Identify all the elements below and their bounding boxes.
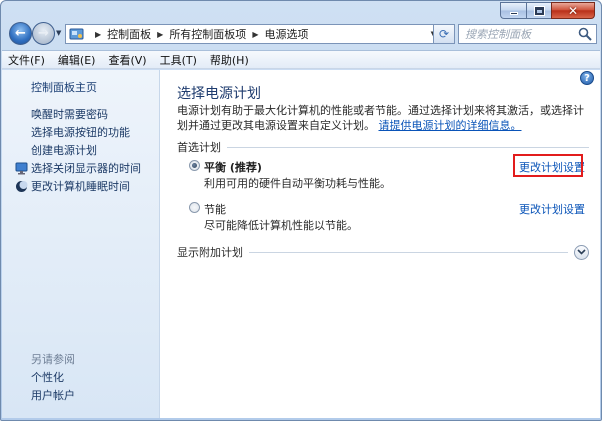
search-input[interactable]: 搜索控制面板 [458, 24, 597, 44]
chevron-down-icon [577, 249, 586, 255]
forward-arrow-icon: → [38, 26, 49, 41]
plan-details-link[interactable]: 请提供电源计划的详细信息。 [379, 119, 522, 132]
sidebar-item-sleep-time[interactable]: 更改计算机睡眠时间 [15, 178, 130, 194]
search-placeholder: 搜索控制面板 [465, 28, 531, 41]
content-area: 控制面板主页 唤醒时需要密码 选择电源按钮的功能 创建电源计划 选择关闭显示器的… [2, 70, 600, 418]
plan-name[interactable]: 平衡 (推荐) [204, 159, 262, 175]
forward-button[interactable]: → [32, 22, 55, 45]
sidebar-item-home[interactable]: 控制面板主页 [31, 79, 97, 95]
back-arrow-icon: ← [15, 26, 26, 41]
navigation-bar: ← → ▼ ▶ 控制面板 ▶ 所有控制面板项 ▶ 电源选项 ▼ ⟳ 搜索控制面板 [7, 22, 597, 48]
see-also-heading: 另请参阅 [31, 353, 75, 366]
monitor-icon [15, 162, 28, 174]
sidebar-item-label: 选择关闭显示器的时间 [31, 162, 141, 175]
menu-file[interactable]: 文件(F) [8, 52, 45, 68]
sidebar-item-wake-password[interactable]: 唤醒时需要密码 [31, 106, 108, 122]
moon-icon [16, 180, 28, 192]
window: ✕ ← → ▼ ▶ 控制面板 ▶ 所有控制面板项 ▶ 电源选项 ▼ ⟳ 搜索控制… [0, 0, 602, 421]
highlight-box [513, 154, 583, 177]
sidebar-item-create-plan[interactable]: 创建电源计划 [31, 142, 97, 158]
minimize-button[interactable] [500, 2, 526, 19]
plan-description: 尽可能降低计算机性能以节能。 [204, 219, 358, 232]
page-description: 电源计划有助于最大化计算机的性能或者节能。通过选择计划来将其激活，或选择计划并通… [177, 103, 589, 133]
menu-edit[interactable]: 编辑(E) [58, 52, 96, 68]
chevron-right-icon: ▶ [252, 29, 259, 39]
preferred-plans-heading: 首选计划 [177, 139, 589, 155]
close-button[interactable]: ✕ [551, 2, 595, 19]
expand-button[interactable] [574, 244, 589, 260]
back-button[interactable]: ← [9, 22, 32, 45]
plan-balanced-radio[interactable] [189, 160, 200, 171]
sidebar-item-power-button[interactable]: 选择电源按钮的功能 [31, 124, 130, 140]
additional-plans-section: 显示附加计划 [177, 244, 589, 260]
menu-bar: 文件(F) 编辑(E) 查看(V) 工具(T) 帮助(H) [2, 50, 600, 69]
help-icon[interactable]: ? [580, 71, 594, 85]
plan-power-saver-radio[interactable] [189, 202, 200, 213]
refresh-button[interactable]: ⟳ [433, 24, 455, 44]
caption-buttons: ✕ [500, 2, 595, 19]
breadcrumb-item-control-panel[interactable]: 控制面板 [107, 26, 151, 42]
breadcrumb-item-power-options[interactable]: 电源选项 [264, 26, 308, 42]
additional-plans-label[interactable]: 显示附加计划 [177, 244, 243, 260]
minimize-icon [509, 12, 518, 15]
task-pane: 控制面板主页 唤醒时需要密码 选择电源按钮的功能 创建电源计划 选择关闭显示器的… [2, 70, 160, 418]
sidebar-item-user-accounts[interactable]: 用户帐户 [31, 387, 75, 403]
refresh-icon: ⟳ [438, 27, 450, 41]
chevron-right-icon: ▶ [95, 29, 102, 39]
menu-view[interactable]: 查看(V) [108, 52, 146, 68]
change-plan-settings-link-power-saver[interactable]: 更改计划设置 [519, 201, 585, 217]
maximize-button[interactable] [526, 2, 551, 19]
breadcrumb-item-all-items[interactable]: 所有控制面板项 [169, 26, 246, 42]
menu-help[interactable]: 帮助(H) [210, 52, 249, 68]
menu-tools[interactable]: 工具(T) [160, 52, 197, 68]
sidebar-item-personalization[interactable]: 个性化 [31, 369, 64, 385]
maximize-icon [534, 6, 544, 15]
plan-name[interactable]: 节能 [204, 201, 226, 217]
divider [249, 251, 568, 253]
breadcrumb: ▶ 控制面板 ▶ 所有控制面板项 ▶ 电源选项 [89, 26, 308, 42]
search-icon[interactable] [577, 26, 593, 42]
plan-description: 利用可用的硬件自动平衡功耗与性能。 [204, 177, 391, 190]
page-title: 选择电源计划 [177, 86, 261, 102]
control-panel-icon [69, 28, 84, 40]
sidebar-item-display-off[interactable]: 选择关闭显示器的时间 [15, 160, 141, 176]
close-icon: ✕ [567, 3, 579, 18]
divider [227, 146, 589, 148]
sidebar-item-label: 更改计算机睡眠时间 [31, 180, 130, 193]
group-label: 首选计划 [177, 141, 221, 154]
recent-pages-dropdown[interactable]: ▼ [56, 29, 61, 37]
chevron-right-icon: ▶ [157, 29, 164, 39]
address-bar[interactable]: ▶ 控制面板 ▶ 所有控制面板项 ▶ 电源选项 ▼ [65, 24, 453, 44]
main-panel: ? 选择电源计划 电源计划有助于最大化计算机的性能或者节能。通过选择计划来将其激… [160, 70, 600, 418]
